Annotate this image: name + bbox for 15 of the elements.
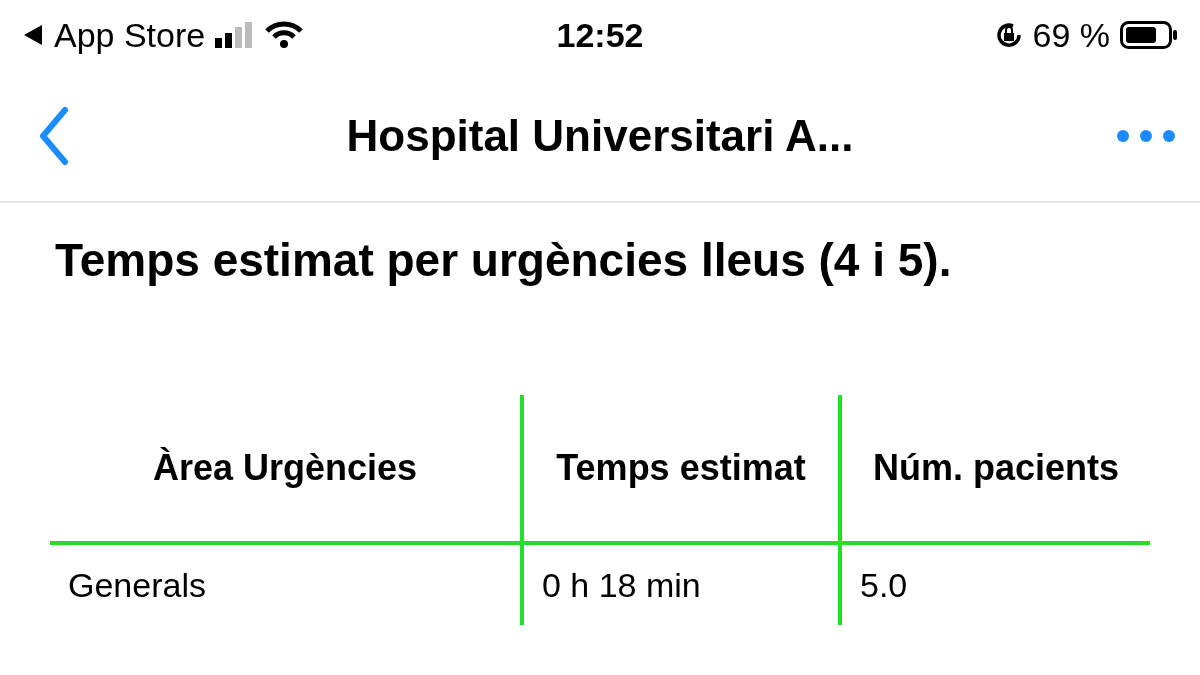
column-header: Núm. pacients: [838, 395, 1150, 545]
back-app-label[interactable]: App Store: [54, 15, 206, 55]
back-arrow-icon[interactable]: [22, 23, 44, 47]
clock-time: 12:52: [556, 15, 644, 55]
wifi-icon: [265, 21, 304, 49]
battery-percent: 69 %: [1032, 15, 1110, 55]
column-header: Temps estimat: [520, 395, 838, 545]
table-cell: 0 h 18 min: [520, 545, 838, 625]
column-header: Àrea Urgències: [50, 395, 520, 545]
battery-icon: [1120, 21, 1178, 49]
rotation-lock-icon: [994, 21, 1023, 49]
nav-title: Hospital Universitari A...: [346, 110, 854, 161]
page-heading: Temps estimat per urgències lleus (4 i 5).: [55, 233, 953, 288]
table-cell-text: Generals: [67, 564, 207, 606]
table-cell: 5.0: [838, 545, 1150, 625]
